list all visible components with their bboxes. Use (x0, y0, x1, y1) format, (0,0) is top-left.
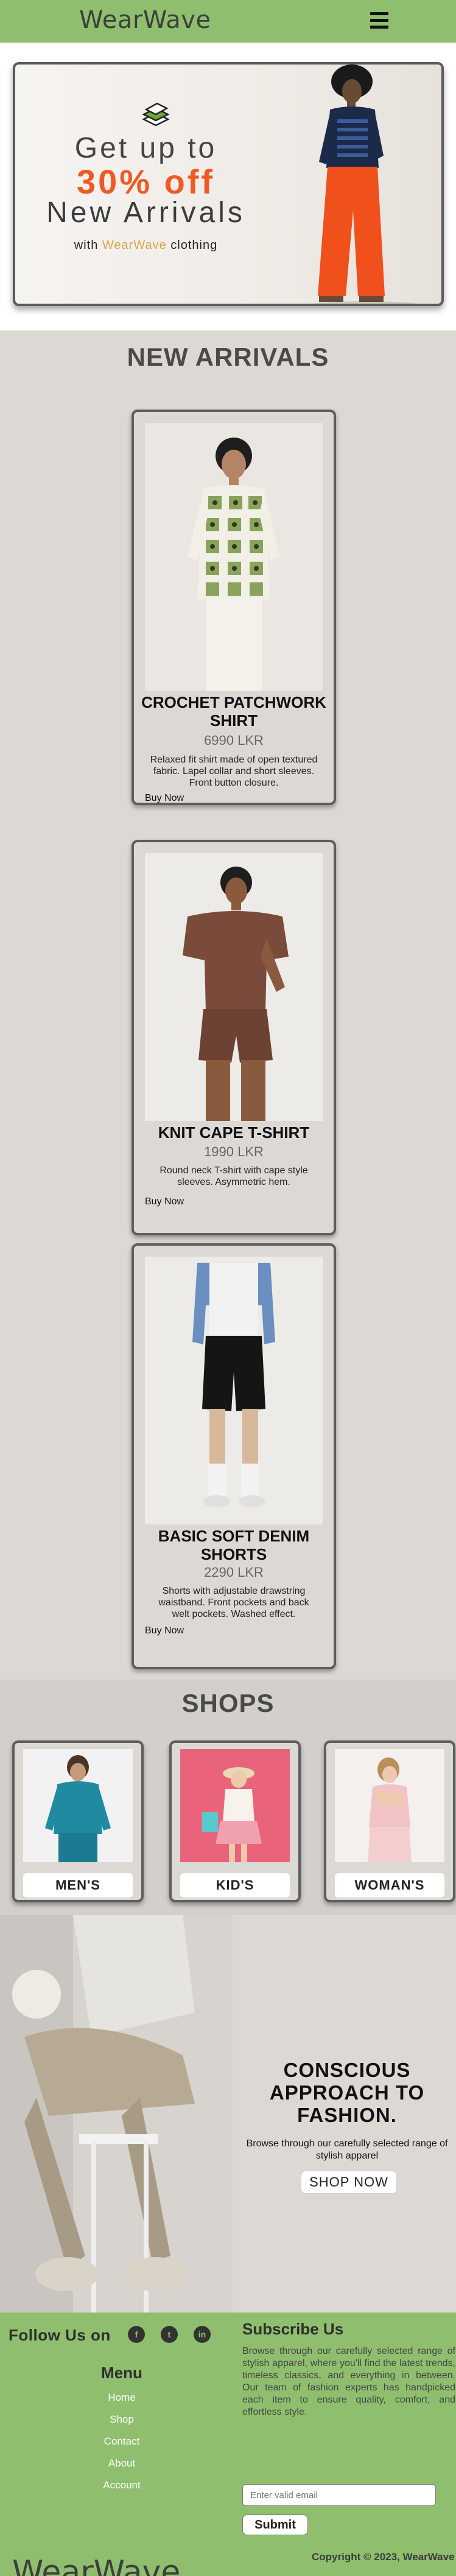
footer-link-home[interactable]: Home (0, 2392, 244, 2404)
footer-link-account[interactable]: Account (0, 2479, 244, 2491)
mens-shop-image (23, 1749, 133, 1862)
subscribe-title: Subscribe Us (242, 2320, 344, 2338)
product-card: BASIC SOFT DENIM SHORTS 2290 LKR Shorts … (132, 1243, 336, 1669)
site-header: WearWave (0, 0, 456, 43)
new-arrivals-section: NEW ARRIVALS (0, 330, 456, 379)
hero-tagline-prefix: with (74, 239, 99, 252)
shop-card-kids[interactable]: KID'S (169, 1740, 301, 1902)
shop-now-button[interactable]: SHOP NOW (301, 2171, 397, 2194)
conscious-title: CONSCIOUS APPROACH TO FASHION. (269, 2059, 425, 2126)
shops-title: SHOPS (181, 1689, 275, 1717)
kids-shop-image (180, 1749, 290, 1862)
shop-card-mens[interactable]: MEN'S (12, 1740, 144, 1902)
buy-now-button[interactable]: Buy Now (145, 793, 184, 804)
product-name: CROCHET PATCHWORK SHIRT (141, 693, 326, 730)
product-image (145, 853, 323, 1121)
footer-link-shop[interactable]: Shop (0, 2414, 244, 2426)
footer-link-about[interactable]: About (0, 2457, 244, 2470)
hero-line-1: Get up to (74, 132, 217, 164)
hero-section: Get up to 30% off New Arrivals with Wear… (0, 43, 456, 330)
new-arrivals-title: NEW ARRIVALS (127, 343, 329, 371)
product-name: BASIC SOFT DENIM SHORTS (158, 1527, 310, 1563)
twitter-icon[interactable]: t (161, 2326, 178, 2343)
hamburger-menu-icon[interactable] (370, 12, 388, 29)
hero-model-image (313, 65, 417, 304)
brand-logo[interactable]: WearWave (79, 6, 211, 34)
shop-label-kids[interactable]: KID'S (180, 1873, 290, 1897)
hero-tagline: with WearWave clothing (15, 239, 277, 253)
footer-brand-logo[interactable]: WearWave (12, 2554, 180, 2576)
hero-line-3: New Arrivals (46, 197, 245, 229)
copyright-text: Copyright © 2023, WearWave (312, 2551, 455, 2563)
product-description: Relaxed fit shirt made of open textured … (150, 755, 318, 788)
shop-label-mens[interactable]: MEN'S (23, 1873, 133, 1897)
product-price: 6990 LKR (204, 733, 264, 748)
product-price: 1990 LKR (204, 1144, 264, 1159)
product-description: Round neck T-shirt with cape style sleev… (160, 1165, 308, 1187)
conscious-subtitle: Browse through our carefully selected ra… (246, 2138, 448, 2161)
buy-now-button[interactable]: Buy Now (145, 1196, 184, 1207)
product-price: 2290 LKR (204, 1565, 264, 1580)
hero-tagline-brand: WearWave (102, 239, 167, 252)
product-name: KNIT CAPE T-SHIRT (158, 1123, 310, 1142)
product-image (145, 1257, 323, 1524)
subscribe-text: Browse through our carefully selected ra… (242, 2346, 455, 2417)
shop-label-womens[interactable]: WOMAN'S (335, 1873, 444, 1897)
product-card: KNIT CAPE T-SHIRT 1990 LKR Round neck T-… (132, 840, 336, 1235)
facebook-icon[interactable]: f (128, 2326, 145, 2343)
conscious-fashion-image (0, 1915, 233, 2312)
stacked-clothes-icon (141, 102, 170, 127)
submit-button[interactable]: Submit (242, 2515, 308, 2535)
email-input[interactable] (242, 2484, 436, 2506)
follow-us-label: Follow Us on (9, 2326, 111, 2344)
linkedin-icon[interactable]: in (194, 2326, 211, 2343)
buy-now-button[interactable]: Buy Now (145, 1625, 184, 1636)
footer-link-contact[interactable]: Contact (0, 2435, 244, 2448)
site-footer: Follow Us on f t in Menu Home Shop Conta… (0, 2312, 456, 2576)
womens-shop-image (335, 1749, 444, 1862)
conscious-fashion-section: CONSCIOUS APPROACH TO FASHION. Browse th… (0, 1915, 456, 2312)
hero-banner[interactable]: Get up to 30% off New Arrivals with Wear… (12, 62, 444, 306)
hero-tagline-suffix: clothing (170, 239, 218, 252)
shop-card-womens[interactable]: WOMAN'S (324, 1740, 455, 1902)
product-description: Shorts with adjustable drawstring waistb… (158, 1586, 309, 1619)
footer-menu-title: Menu (101, 2364, 142, 2382)
product-card: CROCHET PATCHWORK SHIRT 6990 LKR Relaxed… (132, 410, 336, 805)
product-image (145, 423, 323, 691)
